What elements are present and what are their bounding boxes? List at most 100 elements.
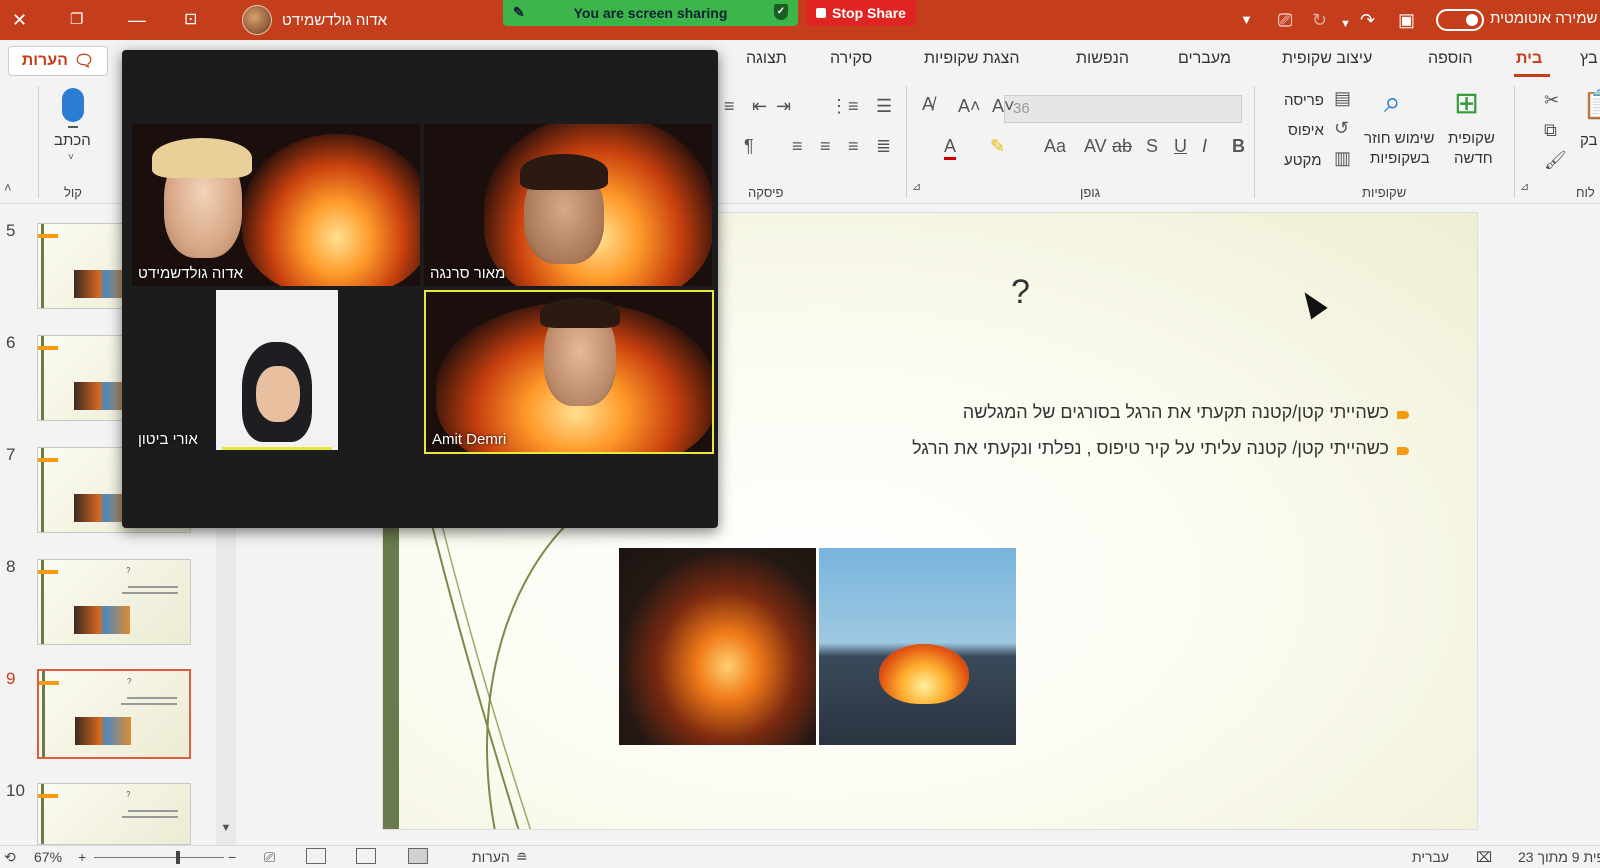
slide-sorter-icon[interactable] (356, 848, 376, 864)
zoom-out-icon[interactable]: − (228, 849, 236, 865)
cut-icon[interactable]: ✂ (1544, 90, 1559, 111)
tab-file-partial[interactable]: בץ (1580, 50, 1598, 68)
account-area[interactable]: אדוה גולדשמידט (242, 5, 387, 35)
font-color-icon[interactable]: A (944, 136, 957, 160)
slide-bullet[interactable]: כשהייתי קטן/קטנה תקעתי את הרגל בסורגים ש… (963, 402, 1389, 423)
new-slide-icon[interactable]: ⊞ (1454, 86, 1479, 121)
tab-transitions[interactable]: מעברים (1178, 50, 1231, 68)
reset-button[interactable]: איפוס (1288, 122, 1324, 139)
zoom-level[interactable]: 67% (34, 849, 62, 865)
justify-icon[interactable]: ≣ (876, 136, 891, 157)
zoom-slider[interactable] (94, 857, 224, 858)
slide-bullet[interactable]: כשהייתי קטן/ קטנה עליתי על קיר טיפוס , נ… (912, 438, 1389, 459)
dialog-launcher-icon[interactable]: ⊿ (1520, 180, 1529, 193)
screen-sharing-banner[interactable]: ✎ You are screen sharing ✓ (503, 0, 798, 26)
customize-qat-icon[interactable]: ▼ (1240, 9, 1253, 31)
paste-icon[interactable]: 📋 (1582, 88, 1600, 121)
section-button[interactable]: מקטע (1284, 152, 1322, 169)
tab-review[interactable]: סקירה (830, 50, 872, 68)
change-case-icon[interactable]: Aa (1044, 136, 1066, 157)
italic-icon[interactable]: I (1202, 136, 1207, 157)
autosave-toggle[interactable] (1436, 9, 1484, 31)
new-slide-label[interactable]: שקופית (1448, 130, 1495, 147)
normal-view-icon[interactable] (408, 848, 428, 864)
clear-formatting-icon[interactable]: A̸ (922, 94, 934, 115)
reuse-slides-icon[interactable]: ⌕ (1384, 86, 1401, 120)
highlight-icon[interactable]: ✎ (990, 136, 1005, 157)
tab-insert[interactable]: הוספה (1428, 50, 1473, 68)
microphone-icon[interactable] (62, 88, 84, 122)
language-indicator[interactable]: עברית (1412, 849, 1449, 865)
undo-icon[interactable]: ↷ (1360, 9, 1375, 31)
ribbon-display-icon[interactable]: ⊡ (184, 9, 197, 31)
align-center-icon[interactable]: ≡ (820, 136, 831, 157)
reuse-slides-label[interactable]: שימוש חוזר (1364, 130, 1435, 147)
dictate-button[interactable]: הכתב (54, 132, 91, 149)
notes-toggle[interactable]: הערות (472, 849, 510, 865)
comment-icon: 🗨 (73, 53, 95, 70)
video-tile[interactable]: אורי ביטון (132, 290, 420, 452)
bullets-icon[interactable]: ≡ (724, 96, 735, 117)
restore-icon[interactable]: ❐ (70, 9, 83, 31)
shadow-icon[interactable]: S (1146, 136, 1158, 157)
stop-share-label: Stop Share (832, 5, 906, 21)
accessibility-icon[interactable]: ⌧ (1476, 849, 1492, 866)
zoom-in-icon[interactable]: + (78, 849, 86, 865)
minimize-icon[interactable]: — (128, 9, 146, 31)
video-tile-active-speaker[interactable]: Amit Demri (424, 290, 714, 454)
format-painter-icon[interactable]: 🖌 (1544, 150, 1567, 171)
text-direction-icon[interactable]: ¶ (744, 136, 754, 157)
repeat-icon[interactable]: ↻ (1312, 9, 1327, 31)
reading-view-icon[interactable] (306, 848, 326, 864)
new-slide-label-2[interactable]: חדשה (1454, 150, 1493, 167)
char-spacing-icon[interactable]: AV (1084, 136, 1107, 157)
increase-font-icon[interactable]: A˄ (958, 96, 981, 117)
slide-title[interactable]: ? (1011, 273, 1030, 312)
video-tile[interactable]: אדוה גולדשמידט (132, 124, 420, 286)
notes-button-label: הערות (21, 52, 68, 69)
font-dialog-launcher-icon[interactable]: ⊿ (912, 180, 921, 193)
slide-thumbnail[interactable]: ? (37, 559, 191, 645)
beach-firepit-image[interactable] (819, 548, 1016, 745)
decrease-font-icon[interactable]: A˅ (992, 96, 1015, 117)
fit-to-window-icon[interactable]: ⟲ (4, 849, 16, 866)
copy-icon[interactable]: ⧉ (1544, 120, 1557, 141)
align-right-icon[interactable]: ≡ (848, 136, 859, 157)
zoom-video-panel[interactable]: אדוה גולדשמידט מאור סרנגה אורי ביטון Ami… (122, 50, 718, 528)
dictate-dropdown-icon[interactable]: ˅ (68, 152, 74, 163)
align-left-icon[interactable]: ≡ (792, 136, 803, 157)
slide-thumbnail[interactable]: ? (37, 783, 191, 845)
outdent-icon[interactable]: ⇤ (752, 96, 767, 117)
collapse-ribbon-icon[interactable]: ˄ (4, 180, 12, 195)
comments-button[interactable]: הערות 🗨 (8, 46, 108, 76)
underline-icon[interactable]: U (1174, 136, 1187, 157)
numbering-icon[interactable]: ⋮≡ (830, 96, 859, 117)
tab-home[interactable]: בית (1516, 50, 1542, 68)
video-tile[interactable]: מאור סרנגה (424, 124, 712, 286)
close-icon[interactable]: ✕ (12, 9, 27, 31)
tab-view[interactable]: תצוגה (746, 50, 787, 68)
tab-slideshow[interactable]: הצגת שקופיות (924, 50, 1020, 68)
undo-dropdown-icon[interactable]: ▼ (1340, 13, 1351, 35)
font-size-field[interactable]: 36 (1004, 95, 1242, 123)
section-icon: ▥ (1334, 148, 1352, 168)
slide-thumbnail-selected[interactable]: ? (37, 669, 191, 759)
strikethrough-icon[interactable]: ab (1112, 136, 1132, 157)
campfire-marshmallow-image[interactable] (619, 548, 816, 745)
present-icon[interactable]: ⎚ (1278, 9, 1292, 31)
layout-button[interactable]: פריסה (1284, 92, 1324, 109)
zoom-slider-thumb[interactable] (176, 851, 180, 864)
slideshow-view-icon[interactable]: ⎚ (264, 849, 275, 866)
reuse-slides-label-2[interactable]: בשקופיות (1370, 150, 1430, 167)
tab-animations[interactable]: הנפשות (1076, 50, 1129, 68)
participant-name: Amit Demri (432, 431, 507, 448)
stop-share-button[interactable]: Stop Share (806, 0, 916, 26)
scroll-down-icon[interactable]: ▼ (216, 822, 236, 840)
save-icon[interactable]: ▣ (1398, 9, 1415, 31)
indent-icon[interactable]: ⇥ (776, 96, 791, 117)
notes-icon: ≘ (516, 849, 528, 865)
bold-icon[interactable]: B (1232, 136, 1245, 157)
thumb-number: 7 (6, 445, 16, 464)
tab-design[interactable]: עיצוב שקופית (1282, 50, 1372, 68)
columns-icon[interactable]: ☰ (876, 96, 892, 117)
